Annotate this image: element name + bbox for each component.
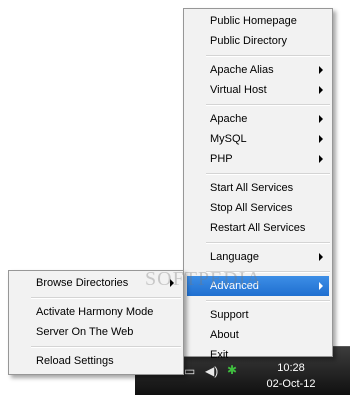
menu-item-restart-all-services[interactable]: Restart All Services (184, 218, 332, 238)
clock-date: 02-Oct-12 (266, 378, 316, 390)
menu-separator (206, 173, 330, 175)
menu-item-language[interactable]: Language (184, 247, 332, 267)
menu-separator (206, 242, 330, 244)
submenu-item-reload-settings[interactable]: Reload Settings (9, 351, 183, 371)
menu-item-public-homepage[interactable]: Public Homepage (184, 11, 332, 31)
tray-context-menu: Public Homepage Public Directory Apache … (183, 8, 333, 361)
volume-icon[interactable]: ◀) (205, 365, 218, 377)
submenu-arrow-icon (319, 86, 323, 94)
submenu-arrow-icon (319, 253, 323, 261)
menu-item-stop-all-services[interactable]: Stop All Services (184, 198, 332, 218)
submenu-arrow-icon (319, 115, 323, 123)
menu-item-support[interactable]: Support (184, 305, 332, 325)
menu-item-public-directory[interactable]: Public Directory (184, 31, 332, 51)
menu-item-apache-alias[interactable]: Apache Alias (184, 60, 332, 80)
menu-separator (206, 104, 330, 106)
menu-item-virtual-host[interactable]: Virtual Host (184, 80, 332, 100)
menu-item-mysql[interactable]: MySQL (184, 129, 332, 149)
network-icon[interactable]: ▭ (184, 365, 195, 377)
submenu-arrow-icon (319, 282, 323, 290)
submenu-arrow-icon (319, 135, 323, 143)
menu-separator (206, 300, 330, 302)
watermark: SOFTPEDIA (145, 268, 262, 290)
uwamp-tray-icon[interactable]: ✱ (227, 364, 237, 376)
menu-item-php[interactable]: PHP (184, 149, 332, 169)
menu-separator (31, 297, 181, 299)
menu-item-about[interactable]: About (184, 325, 332, 345)
menu-separator (206, 55, 330, 57)
submenu-item-activate-harmony-mode[interactable]: Activate Harmony Mode (9, 302, 183, 322)
menu-item-start-all-services[interactable]: Start All Services (184, 178, 332, 198)
menu-separator (31, 346, 181, 348)
menu-item-apache[interactable]: Apache (184, 109, 332, 129)
menu-item-exit[interactable]: Exit (184, 345, 332, 365)
submenu-arrow-icon (319, 66, 323, 74)
submenu-item-server-on-the-web[interactable]: Server On The Web (9, 322, 183, 342)
submenu-arrow-icon (319, 155, 323, 163)
